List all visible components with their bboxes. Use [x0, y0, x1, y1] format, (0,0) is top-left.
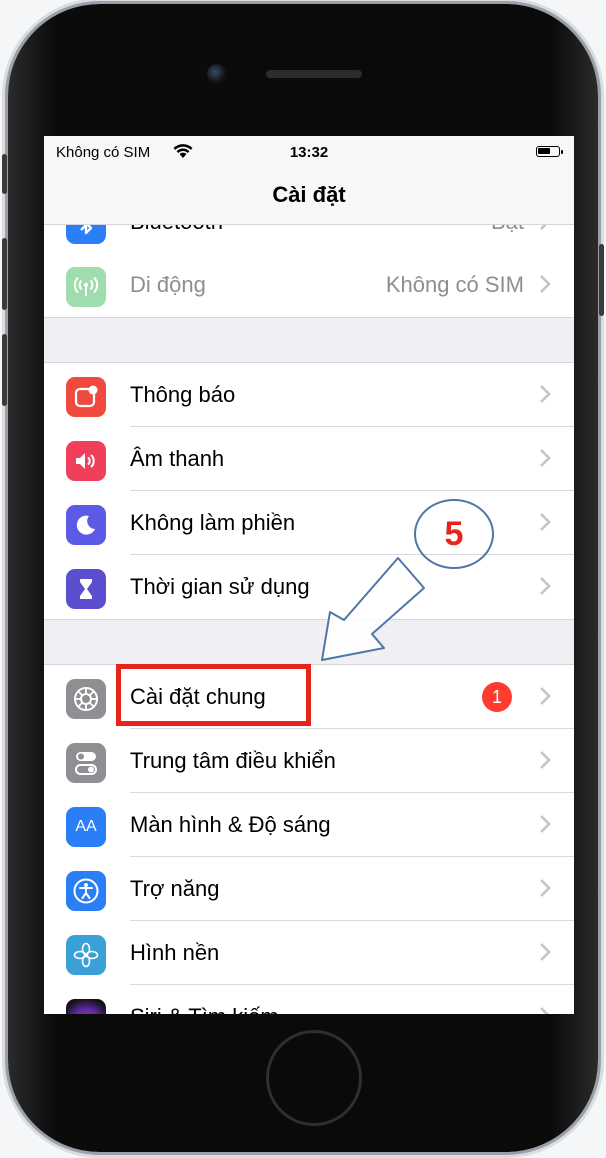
home-button[interactable]	[266, 1030, 362, 1126]
group-divider	[44, 317, 574, 318]
chevron-right-icon	[540, 449, 551, 467]
general-highlight-box	[116, 664, 311, 726]
status-bar: Không có SIM 13:32	[44, 136, 574, 168]
earpiece-speaker	[266, 70, 362, 78]
settings-row-do-not-disturb[interactable]: Không làm phiền	[44, 491, 574, 555]
display-icon-text: AA	[75, 818, 97, 835]
wallpaper-icon	[66, 935, 106, 975]
navigation-bar-overlay: Cài đặt	[44, 168, 574, 225]
settings-row-sounds[interactable]: Âm thanh	[44, 427, 574, 491]
row-value: Không có SIM	[385, 272, 524, 297]
chevron-right-icon	[540, 275, 551, 293]
chevron-right-icon	[540, 385, 551, 403]
settings-row-notifications[interactable]: Thông báo	[44, 363, 574, 427]
accessibility-icon	[66, 871, 106, 911]
gear-icon	[66, 679, 106, 719]
row-label: Di động	[130, 272, 206, 297]
chevron-right-icon	[540, 879, 551, 897]
cellular-icon	[66, 267, 106, 307]
volume-down-button	[2, 334, 7, 406]
moon-icon	[66, 505, 106, 545]
row-label: Trung tâm điều khiển	[130, 748, 336, 773]
battery-icon	[536, 146, 563, 157]
chevron-right-icon	[540, 577, 551, 595]
chevron-right-icon	[540, 513, 551, 531]
clock: 13:32	[289, 144, 329, 161]
notifications-icon	[66, 377, 106, 417]
row-label: Siri & Tìm kiếm	[130, 1004, 279, 1014]
row-label: Màn hình & Độ sáng	[130, 812, 331, 837]
volume-up-button	[2, 238, 7, 310]
siri-icon	[66, 999, 106, 1014]
settings-row-cellular[interactable]: Di động Không có SIM	[44, 253, 574, 317]
chevron-right-icon	[540, 751, 551, 769]
row-label: Thông báo	[130, 382, 236, 407]
row-label: Trợ năng	[130, 876, 220, 901]
display-icon: AA	[66, 807, 106, 847]
front-camera	[207, 64, 227, 84]
pointer-arrow-icon	[321, 557, 425, 661]
power-button	[599, 244, 604, 316]
settings-row-siri-search[interactable]: Siri & Tìm kiếm	[44, 985, 574, 1014]
mute-switch	[2, 154, 7, 194]
settings-row-display-brightness[interactable]: AA Màn hình & Độ sáng	[44, 793, 574, 857]
toggles-icon	[66, 743, 106, 783]
chevron-right-icon	[540, 943, 551, 961]
sounds-icon	[66, 441, 106, 481]
settings-row-wallpaper[interactable]: Hình nền	[44, 921, 574, 985]
hourglass-icon	[66, 569, 106, 609]
row-label: Không làm phiền	[130, 510, 296, 535]
settings-row-accessibility[interactable]: Trợ năng	[44, 857, 574, 921]
row-label: Hình nền	[130, 940, 220, 965]
chevron-right-icon	[540, 687, 551, 705]
row-label: Thời gian sử dụng	[130, 574, 310, 599]
page-title-overlay: Cài đặt	[272, 182, 346, 207]
update-badge: 1	[482, 682, 512, 712]
row-label: Âm thanh	[130, 446, 225, 471]
chevron-right-icon	[540, 815, 551, 833]
chevron-right-icon	[540, 1007, 549, 1014]
settings-row-control-center[interactable]: Trung tâm điều khiển	[44, 729, 574, 793]
